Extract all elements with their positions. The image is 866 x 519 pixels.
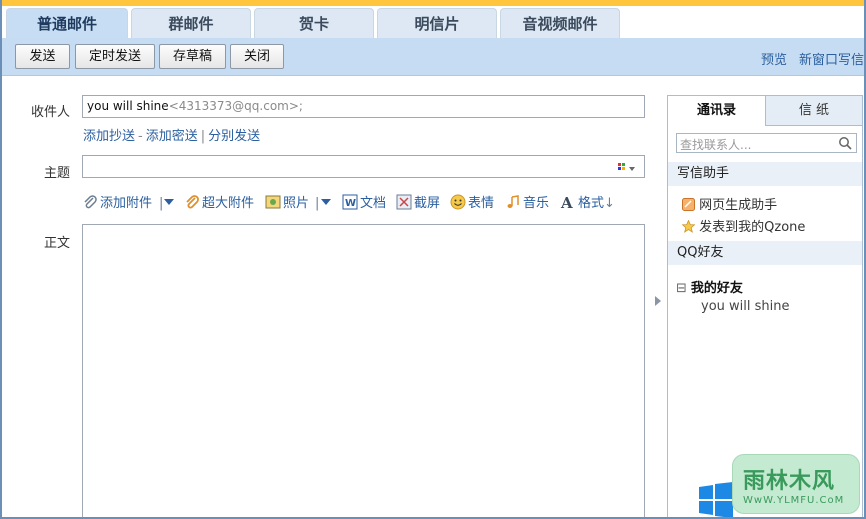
window-frame xyxy=(0,0,866,519)
